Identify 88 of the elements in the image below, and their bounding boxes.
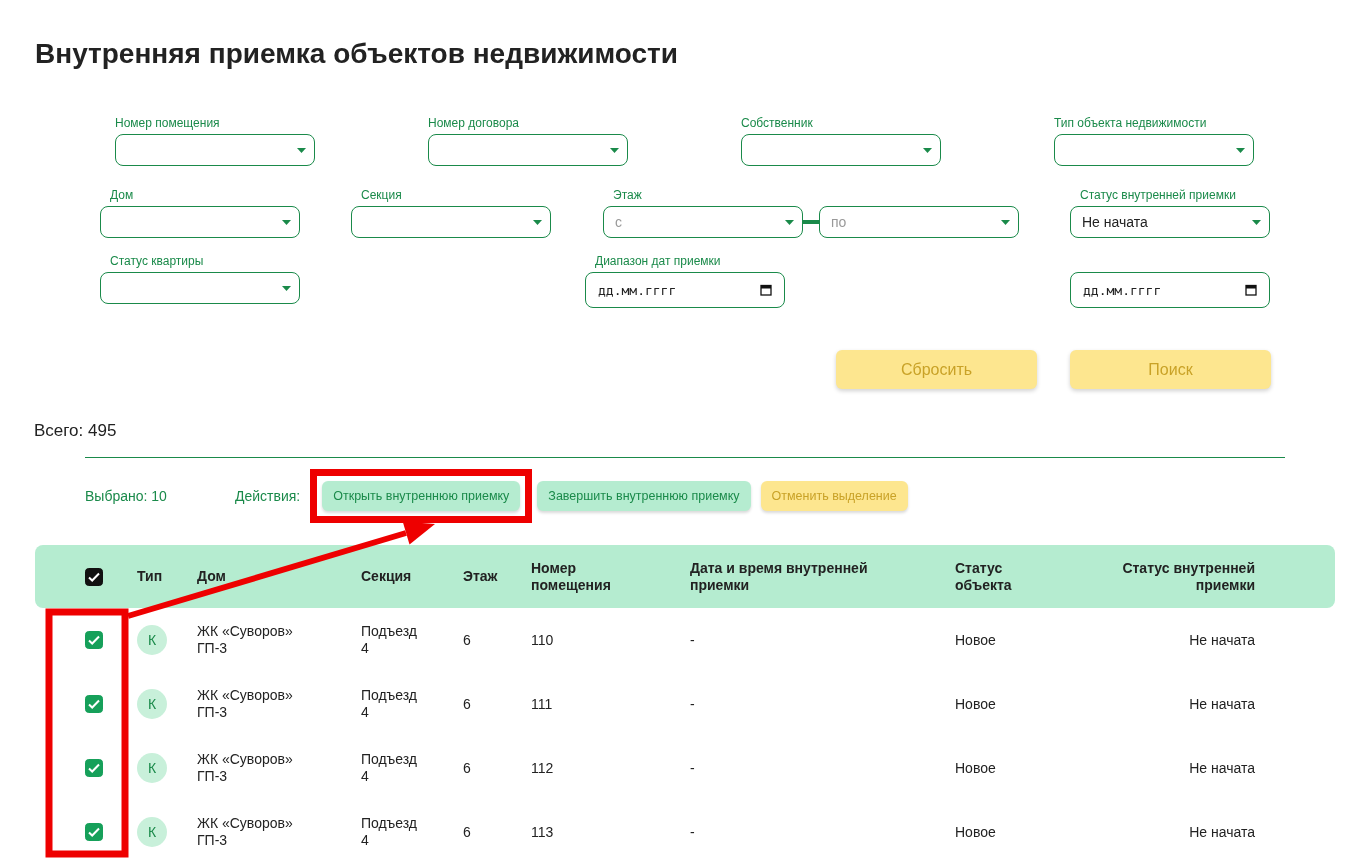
dropdown-caret-icon <box>1236 147 1245 153</box>
select-field[interactable] <box>1054 134 1254 166</box>
field-label: Дом <box>109 188 135 204</box>
table-cell-text: - <box>690 696 696 712</box>
table-cell-text: ЖК «Суворов» ГП-3 <box>197 623 294 657</box>
calendar-icon <box>760 284 772 296</box>
total-count: Всего: 495 <box>34 421 118 441</box>
table-cell-text: 113 <box>531 824 555 840</box>
dropdown-caret-icon <box>923 147 932 153</box>
action-button[interactable]: Открыть внутреннюю приемку <box>322 481 521 511</box>
column-header: Статус внутренней приемки <box>1121 559 1255 594</box>
dropdown-caret-icon <box>297 147 306 153</box>
action-button[interactable]: Завершить внутреннюю приемку <box>537 481 751 511</box>
table-cell-text: Не начата <box>1188 824 1255 840</box>
column-header: Секция <box>361 568 413 585</box>
checkbox[interactable] <box>85 631 103 649</box>
checkbox[interactable] <box>85 759 103 777</box>
selected-count: Выбрано: 10 <box>85 488 168 504</box>
field-label: Секция <box>360 188 403 204</box>
table-cell-text: 110 <box>531 632 555 648</box>
table-cell-text: 6 <box>463 760 472 776</box>
filter-button[interactable]: Сбросить <box>836 350 1037 389</box>
field-label: Номер договора <box>428 116 520 132</box>
table-cell-text: Не начата <box>1188 632 1255 648</box>
dropdown-caret-icon <box>1252 219 1261 225</box>
select-field[interactable] <box>428 134 628 166</box>
table-cell-text: Подъезд 4 <box>361 687 418 721</box>
table-cell-text: Новое <box>955 696 997 712</box>
column-header: Тип <box>137 568 164 585</box>
type-badge: К <box>137 689 167 719</box>
dropdown-caret-icon <box>282 219 291 225</box>
table-cell-text: 111 <box>531 696 554 712</box>
table-cell-text: ЖК «Суворов» ГП-3 <box>197 751 294 785</box>
checkbox[interactable] <box>85 567 103 586</box>
page-title: Внутренняя приемка объектов недвижимости <box>34 37 679 71</box>
field-label: Собственник <box>741 116 814 132</box>
filter-button[interactable]: Поиск <box>1070 350 1271 389</box>
column-header: Номер помещения <box>531 559 612 594</box>
dropdown-caret-icon <box>533 219 542 225</box>
field-label: Статус внутренней приемки <box>1079 188 1237 204</box>
table-cell-text: Подъезд 4 <box>361 751 418 785</box>
table-cell-text: ЖК «Суворов» ГП-3 <box>197 687 294 721</box>
date-field[interactable]: дд.мм.гггг <box>1070 272 1270 308</box>
actions-label: Действия: <box>235 488 301 504</box>
select-field[interactable] <box>100 206 300 238</box>
table-cell-text: - <box>690 632 696 648</box>
field-label: Тип объекта недвижимости <box>1054 116 1208 132</box>
dropdown-caret-icon <box>610 147 619 153</box>
table-cell-text: 6 <box>463 632 472 648</box>
table-cell-text: 6 <box>463 824 472 840</box>
select-field[interactable] <box>115 134 315 166</box>
type-badge: К <box>137 625 167 655</box>
column-header: Этаж <box>463 568 499 585</box>
select-field[interactable] <box>351 206 551 238</box>
table-cell-text: Не начата <box>1188 696 1255 712</box>
table-cell-text: Подъезд 4 <box>361 623 418 657</box>
select-field[interactable]: по <box>819 206 1019 238</box>
table-cell-text: Подъезд 4 <box>361 815 418 849</box>
field-label: Номер помещения <box>115 116 221 132</box>
dropdown-caret-icon <box>785 219 794 225</box>
select-field[interactable]: Не начата <box>1070 206 1270 238</box>
select-field[interactable]: с <box>603 206 803 238</box>
table-cell-text: - <box>690 760 696 776</box>
field-label: Статус квартиры <box>109 254 205 270</box>
table-cell-text: Новое <box>955 632 997 648</box>
checkbox[interactable] <box>85 823 103 841</box>
checkbox[interactable] <box>85 695 103 713</box>
table-cell-text: 6 <box>463 696 472 712</box>
calendar-icon <box>1245 284 1257 296</box>
select-field[interactable] <box>741 134 941 166</box>
table-cell-text: Новое <box>955 760 997 776</box>
type-badge: К <box>137 753 167 783</box>
table-cell-text: ЖК «Суворов» ГП-3 <box>197 815 294 849</box>
column-header: Дом <box>197 568 227 585</box>
select-field[interactable] <box>100 272 300 304</box>
action-button[interactable]: Отменить выделение <box>760 481 908 511</box>
field-label: Этаж <box>612 188 643 204</box>
table-cell-text: Не начата <box>1188 760 1255 776</box>
date-field[interactable]: дд.мм.гггг <box>585 272 785 308</box>
table-cell-text: - <box>690 824 696 840</box>
dropdown-caret-icon <box>282 285 291 291</box>
column-header: Статус объекта <box>955 559 1013 594</box>
dropdown-caret-icon <box>1001 219 1010 225</box>
type-badge: К <box>137 817 167 847</box>
table-cell-text: 112 <box>531 760 555 776</box>
field-label: Диапазон дат приемки <box>594 254 722 270</box>
table-cell-text: Новое <box>955 824 997 840</box>
column-header: Дата и время внутренней приемки <box>690 559 869 594</box>
